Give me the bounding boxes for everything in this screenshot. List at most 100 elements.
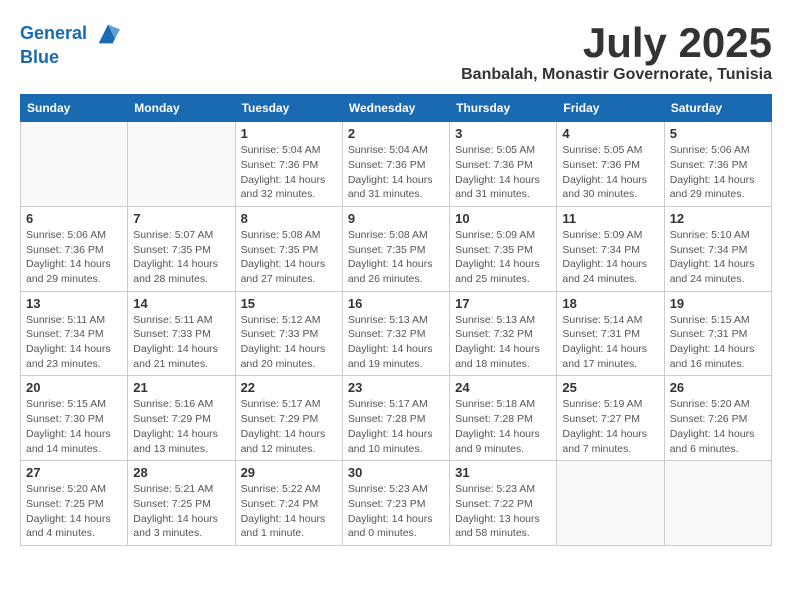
day-info: Sunrise: 5:18 AM Sunset: 7:28 PM Dayligh… (455, 397, 551, 456)
day-number: 27 (26, 465, 122, 480)
logo: General Blue (20, 20, 122, 68)
day-info: Sunrise: 5:06 AM Sunset: 7:36 PM Dayligh… (26, 228, 122, 287)
day-info: Sunrise: 5:12 AM Sunset: 7:33 PM Dayligh… (241, 313, 337, 372)
day-info: Sunrise: 5:23 AM Sunset: 7:23 PM Dayligh… (348, 482, 444, 541)
day-number: 29 (241, 465, 337, 480)
day-number: 1 (241, 126, 337, 141)
header-friday: Friday (557, 95, 664, 122)
day-number: 22 (241, 380, 337, 395)
day-number: 19 (670, 296, 766, 311)
day-info: Sunrise: 5:09 AM Sunset: 7:34 PM Dayligh… (562, 228, 658, 287)
month-title: July 2025 (461, 20, 772, 66)
day-number: 9 (348, 211, 444, 226)
calendar-cell: 5 Sunrise: 5:06 AM Sunset: 7:36 PM Daylig… (664, 122, 771, 207)
calendar-week-row-3: 20 Sunrise: 5:15 AM Sunset: 7:30 PM Dayli… (21, 376, 772, 461)
day-info: Sunrise: 5:08 AM Sunset: 7:35 PM Dayligh… (348, 228, 444, 287)
day-info: Sunrise: 5:17 AM Sunset: 7:28 PM Dayligh… (348, 397, 444, 456)
calendar-cell: 23Sunrise: 5:17 AM Sunset: 7:28 PM Dayli… (342, 376, 449, 461)
day-number: 15 (241, 296, 337, 311)
day-number: 7 (133, 211, 229, 226)
logo-text: General (20, 20, 122, 48)
calendar-cell: 1Sunrise: 5:04 AM Sunset: 7:36 PM Daylig… (235, 122, 342, 207)
calendar-week-row-2: 13 Sunrise: 5:11 AM Sunset: 7:34 PM Dayli… (21, 291, 772, 376)
day-number: 24 (455, 380, 551, 395)
header-sunday: Sunday (21, 95, 128, 122)
day-info: Sunrise: 5:21 AM Sunset: 7:25 PM Dayligh… (133, 482, 229, 541)
day-number: 8 (241, 211, 337, 226)
calendar-cell: 22 Sunrise: 5:17 AM Sunset: 7:29 PM Dayli… (235, 376, 342, 461)
day-info: Sunrise: 5:05 AM Sunset: 7:36 PM Dayligh… (455, 143, 551, 202)
header-wednesday: Wednesday (342, 95, 449, 122)
day-info: Sunrise: 5:14 AM Sunset: 7:31 PM Dayligh… (562, 313, 658, 372)
day-number: 2 (348, 126, 444, 141)
logo-icon (94, 20, 122, 48)
day-number: 28 (133, 465, 229, 480)
calendar-cell: 13 Sunrise: 5:11 AM Sunset: 7:34 PM Dayli… (21, 291, 128, 376)
calendar-cell: 14Sunrise: 5:11 AM Sunset: 7:33 PM Dayli… (128, 291, 235, 376)
calendar-cell: 26 Sunrise: 5:20 AM Sunset: 7:26 PM Dayli… (664, 376, 771, 461)
day-number: 3 (455, 126, 551, 141)
calendar-cell: 24 Sunrise: 5:18 AM Sunset: 7:28 PM Dayli… (450, 376, 557, 461)
day-number: 4 (562, 126, 658, 141)
page-header: General Blue July 2025 Banbalah, Monasti… (20, 20, 772, 84)
day-info: Sunrise: 5:10 AM Sunset: 7:34 PM Dayligh… (670, 228, 766, 287)
logo-blue: Blue (20, 48, 122, 68)
day-info: Sunrise: 5:08 AM Sunset: 7:35 PM Dayligh… (241, 228, 337, 287)
calendar-cell: 3 Sunrise: 5:05 AM Sunset: 7:36 PM Daylig… (450, 122, 557, 207)
calendar-cell (557, 461, 664, 546)
day-number: 6 (26, 211, 122, 226)
day-info: Sunrise: 5:09 AM Sunset: 7:35 PM Dayligh… (455, 228, 551, 287)
calendar-cell (664, 461, 771, 546)
day-info: Sunrise: 5:06 AM Sunset: 7:36 PM Dayligh… (670, 143, 766, 202)
logo-general: General (20, 23, 87, 43)
calendar-cell: 21 Sunrise: 5:16 AM Sunset: 7:29 PM Dayli… (128, 376, 235, 461)
calendar-cell: 28 Sunrise: 5:21 AM Sunset: 7:25 PM Dayli… (128, 461, 235, 546)
day-info: Sunrise: 5:20 AM Sunset: 7:25 PM Dayligh… (26, 482, 122, 541)
day-info: Sunrise: 5:17 AM Sunset: 7:29 PM Dayligh… (241, 397, 337, 456)
calendar-cell: 18 Sunrise: 5:14 AM Sunset: 7:31 PM Dayli… (557, 291, 664, 376)
day-number: 14 (133, 296, 229, 311)
header-thursday: Thursday (450, 95, 557, 122)
day-number: 13 (26, 296, 122, 311)
calendar-cell: 27 Sunrise: 5:20 AM Sunset: 7:25 PM Dayli… (21, 461, 128, 546)
day-number: 31 (455, 465, 551, 480)
day-number: 30 (348, 465, 444, 480)
calendar-cell (128, 122, 235, 207)
day-info: Sunrise: 5:11 AM Sunset: 7:34 PM Dayligh… (26, 313, 122, 372)
day-number: 25 (562, 380, 658, 395)
calendar-cell: 25Sunrise: 5:19 AM Sunset: 7:27 PM Dayli… (557, 376, 664, 461)
day-number: 5 (670, 126, 766, 141)
header-monday: Monday (128, 95, 235, 122)
calendar-cell: 31 Sunrise: 5:23 AM Sunset: 7:22 PM Dayli… (450, 461, 557, 546)
header-tuesday: Tuesday (235, 95, 342, 122)
day-info: Sunrise: 5:23 AM Sunset: 7:22 PM Dayligh… (455, 482, 551, 541)
day-info: Sunrise: 5:04 AM Sunset: 7:36 PM Dayligh… (348, 143, 444, 202)
day-number: 21 (133, 380, 229, 395)
calendar-cell: 17 Sunrise: 5:13 AM Sunset: 7:32 PM Dayli… (450, 291, 557, 376)
calendar-header-row: Sunday Monday Tuesday Wednesday Thursday… (21, 95, 772, 122)
day-number: 18 (562, 296, 658, 311)
day-number: 12 (670, 211, 766, 226)
day-number: 16 (348, 296, 444, 311)
calendar-cell: 12 Sunrise: 5:10 AM Sunset: 7:34 PM Dayli… (664, 206, 771, 291)
day-info: Sunrise: 5:15 AM Sunset: 7:30 PM Dayligh… (26, 397, 122, 456)
calendar-cell: 9 Sunrise: 5:08 AM Sunset: 7:35 PM Daylig… (342, 206, 449, 291)
calendar-cell: 2 Sunrise: 5:04 AM Sunset: 7:36 PM Daylig… (342, 122, 449, 207)
day-number: 26 (670, 380, 766, 395)
day-number: 20 (26, 380, 122, 395)
day-info: Sunrise: 5:13 AM Sunset: 7:32 PM Dayligh… (455, 313, 551, 372)
day-info: Sunrise: 5:20 AM Sunset: 7:26 PM Dayligh… (670, 397, 766, 456)
title-block: July 2025 Banbalah, Monastir Governorate… (461, 20, 772, 84)
calendar-cell: 30 Sunrise: 5:23 AM Sunset: 7:23 PM Dayli… (342, 461, 449, 546)
day-info: Sunrise: 5:05 AM Sunset: 7:36 PM Dayligh… (562, 143, 658, 202)
calendar-week-row-0: 1 Sunrise: 5:04 AM Sunset: 7:36 PM Daylig… (21, 122, 772, 207)
calendar-cell: 7Sunrise: 5:07 AM Sunset: 7:35 PM Daylig… (128, 206, 235, 291)
calendar-week-row-4: 27 Sunrise: 5:20 AM Sunset: 7:25 PM Dayli… (21, 461, 772, 546)
calendar-table: Sunday Monday Tuesday Wednesday Thursday… (20, 94, 772, 546)
calendar-week-row-1: 6 Sunrise: 5:06 AM Sunset: 7:36 PM Daylig… (21, 206, 772, 291)
day-number: 10 (455, 211, 551, 226)
day-number: 17 (455, 296, 551, 311)
calendar-cell: 4 Sunrise: 5:05 AM Sunset: 7:36 PM Daylig… (557, 122, 664, 207)
day-info: Sunrise: 5:16 AM Sunset: 7:29 PM Dayligh… (133, 397, 229, 456)
location-subtitle: Banbalah, Monastir Governorate, Tunisia (461, 66, 772, 84)
